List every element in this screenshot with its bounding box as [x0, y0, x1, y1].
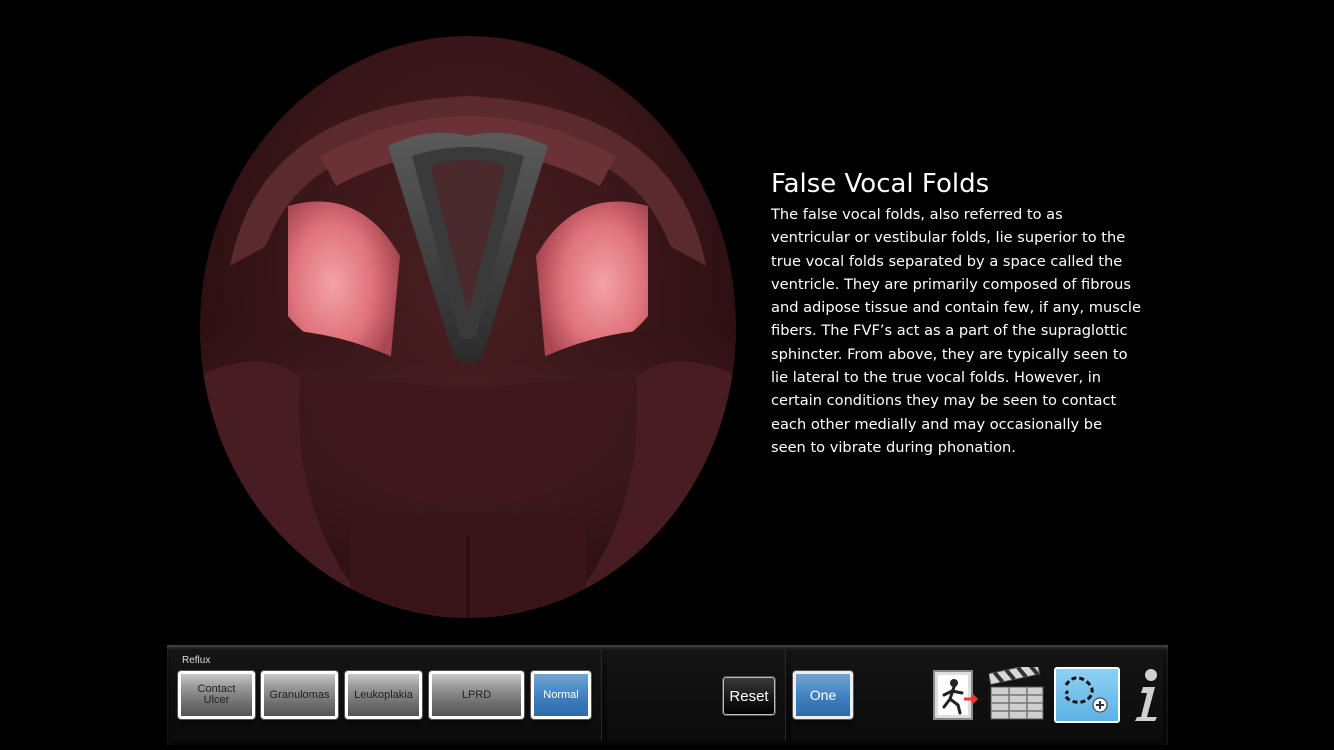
bottom-toolbar: Reflux Contact Ulcer Granulomas Leukopla…	[167, 645, 1168, 745]
panel-title: False Vocal Folds	[771, 169, 990, 199]
reflux-group-label: Reflux	[182, 655, 211, 666]
right-bezel	[1168, 0, 1334, 750]
contact-ulcer-button[interactable]: Contact Ulcer	[178, 671, 255, 719]
one-button[interactable]: One	[793, 671, 853, 719]
video-clapper-icon[interactable]	[987, 662, 1045, 723]
button-label: Granulomas	[269, 688, 330, 701]
button-label: Normal	[543, 688, 579, 701]
button-label: Leukoplakia	[354, 688, 413, 701]
left-bezel	[0, 0, 167, 750]
leukoplakia-button[interactable]: Leukoplakia	[345, 671, 422, 719]
info-panel: False Vocal Folds The false vocal folds,…	[771, 168, 1141, 459]
exit-icon[interactable]	[932, 669, 979, 721]
larynx-endoscope-image	[200, 36, 736, 618]
path-draw-icon[interactable]	[1054, 667, 1120, 723]
granulomas-button[interactable]: Granulomas	[261, 671, 338, 719]
reset-button[interactable]: Reset	[723, 677, 775, 715]
info-icon[interactable]	[1129, 665, 1165, 725]
button-label: One	[809, 686, 837, 703]
button-label-line2: Ulcer	[203, 694, 230, 706]
panel-description: The false vocal folds, also referred to …	[771, 206, 1141, 456]
button-label: Reset	[729, 687, 769, 705]
normal-button[interactable]: Normal	[531, 671, 591, 719]
larynx-illustration	[200, 96, 736, 618]
lprd-button[interactable]: LPRD	[429, 671, 524, 719]
button-label: LPRD	[461, 688, 492, 701]
